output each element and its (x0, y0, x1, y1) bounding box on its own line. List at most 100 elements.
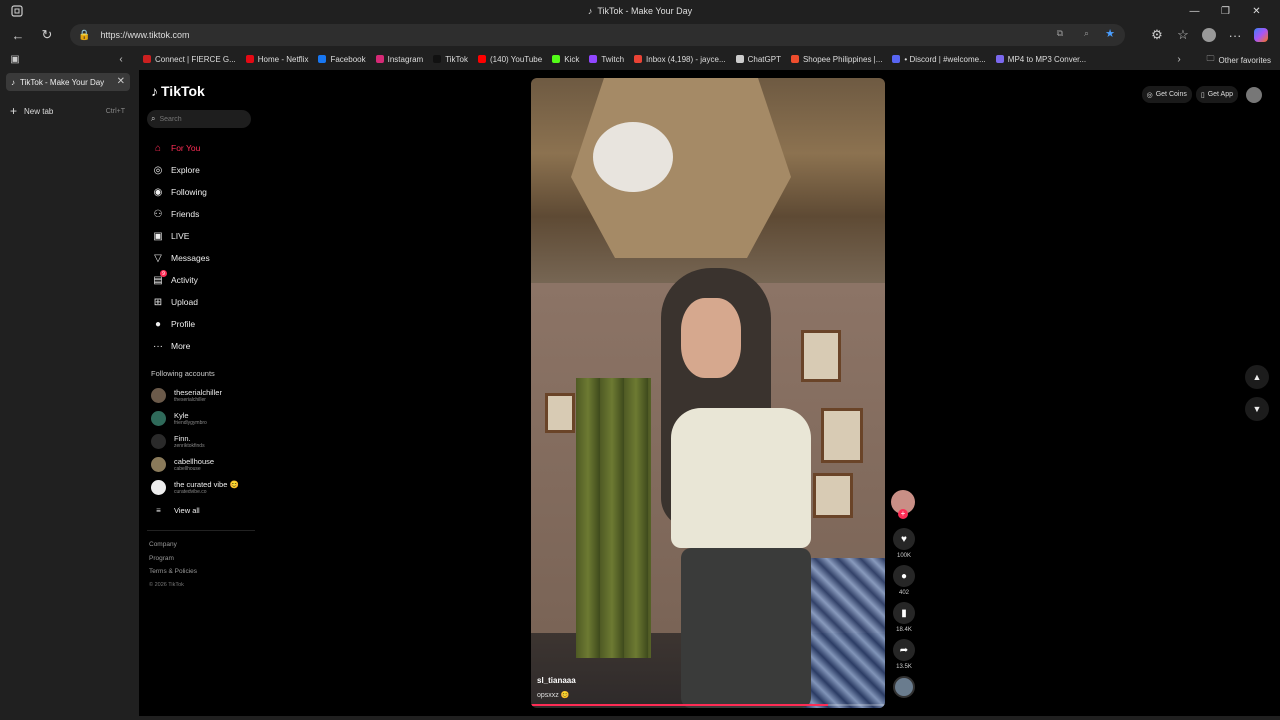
previous-video-button[interactable]: ▲ (1245, 365, 1269, 389)
get-coins-button[interactable]: ◎ Get Coins (1141, 86, 1192, 103)
following-account[interactable]: Kyle friendlygymbro (151, 407, 239, 430)
share-count: 13.5K (896, 664, 912, 670)
favorite-link[interactable]: Kick (547, 55, 584, 64)
favorite-link[interactable]: Home - Netflix (241, 55, 314, 64)
nav-item-messages[interactable]: ▽ Messages (151, 247, 210, 269)
comment-icon[interactable]: ● (893, 565, 915, 587)
favorite-link[interactable]: • Discord | #welcome... (887, 55, 990, 64)
favorites-scroll-right-icon[interactable]: › (1170, 49, 1188, 69)
following-account[interactable]: Finn. zenriktokfinds (151, 430, 239, 453)
favorite-link[interactable]: Inbox (4,198) - jayce... (629, 55, 731, 64)
nav-item-following[interactable]: ◉ Following (151, 181, 210, 203)
nav-item-activity[interactable]: ▤ 9 Activity (151, 269, 210, 291)
program-link[interactable]: Program (149, 552, 197, 566)
restore-button[interactable]: ❐ (1210, 0, 1241, 22)
nav-item-friends[interactable]: ⚇ Friends (151, 203, 210, 225)
search-box[interactable]: ⌕ (147, 110, 251, 128)
tiktok-page: ♪ TikTok ⌕ ⌂ For You ◎ Explore ◉ Following ⚇ Fr… (139, 70, 1280, 716)
friends-icon: ⚇ (153, 208, 163, 220)
video-progress-fill (531, 704, 829, 706)
favorite-site-icon (375, 55, 384, 63)
following-account[interactable]: cabellhouse cabellhouse (151, 453, 239, 476)
video-player[interactable]: sl_tianaaa opsxxz 😊 (531, 78, 885, 708)
favorite-site-icon (552, 55, 561, 63)
favorite-label: Kick (564, 54, 580, 64)
site-info-icon[interactable]: 🔒 (78, 30, 90, 41)
new-tab-button[interactable]: + New tab Ctrl+T (10, 104, 125, 118)
favorite-link[interactable]: MP4 to MP3 Conver... (991, 55, 1091, 64)
account-handle: theserialchiller (174, 396, 206, 403)
following-account[interactable]: the curated vibe 😊 curatedvibe.co (151, 476, 239, 499)
refresh-button[interactable]: ↻ (36, 24, 58, 46)
share-icon[interactable]: ➦ (893, 639, 915, 661)
close-window-button[interactable]: ✕ (1241, 0, 1272, 22)
tiktok-logo-text: TikTok (161, 83, 205, 99)
favorite-link[interactable]: Twitch (584, 55, 629, 64)
favorite-link[interactable]: ChatGPT (731, 55, 786, 64)
nav-item-profile[interactable]: ● Profile (151, 313, 210, 335)
following-account[interactable]: theserialchiller theserialchiller (151, 384, 239, 407)
coin-icon: ◎ (1146, 91, 1153, 99)
video-progress-bar[interactable] (531, 704, 885, 706)
share-action[interactable]: ➦ 13.5K (891, 639, 917, 670)
music-disc-icon[interactable] (893, 676, 915, 698)
heart-icon[interactable]: ♥ (893, 528, 915, 550)
address-bar-row: ← ↻ 🔒 https://www.tiktok.com ⧉ ⌕ ★ ⚙ ☆ ·… (0, 22, 1280, 48)
bookmark-icon[interactable]: ▮ (893, 602, 915, 624)
favorite-link[interactable]: Instagram (371, 55, 429, 64)
favorites-list: Connect | FIERCE G... Home - Netflix Faceb… (138, 55, 1091, 64)
nav-item-more[interactable]: ··· More (151, 335, 210, 357)
nav-item-for-you[interactable]: ⌂ For You (151, 137, 210, 159)
favorites-icon[interactable]: ☆ (1172, 24, 1194, 46)
terms-link[interactable]: Terms & Policies (149, 565, 197, 579)
more-icon: ··· (153, 340, 163, 352)
video-scene-person (631, 268, 831, 708)
like-action[interactable]: ♥ 100K (891, 528, 917, 559)
profile-avatar-icon[interactable] (1198, 24, 1220, 46)
sidebar-toggle-icon[interactable]: ▣ (0, 48, 30, 70)
minimize-button[interactable]: — (1179, 0, 1210, 22)
favorite-label: Inbox (4,198) - jayce... (646, 54, 726, 64)
extensions-icon[interactable]: ⚙ (1146, 24, 1168, 46)
copilot-icon[interactable] (1250, 24, 1272, 46)
workspaces-icon[interactable] (10, 4, 24, 18)
next-video-button[interactable]: ▼ (1245, 397, 1269, 421)
save-action[interactable]: ▮ 18.4K (891, 602, 917, 633)
favorite-link[interactable]: TikTok (428, 55, 473, 64)
user-avatar[interactable] (1246, 86, 1262, 103)
view-all-button[interactable]: ≡ View all (151, 499, 239, 521)
other-favorites-button[interactable]: 🗀 Other favorites (1202, 53, 1276, 67)
tab-tiktok[interactable]: ♪ TikTok - Make Your Day ✕ (6, 73, 130, 91)
favorite-star-icon[interactable]: ★ (1105, 27, 1115, 40)
open-in-app-icon[interactable]: ⧉ (1057, 28, 1063, 39)
video-username[interactable]: sl_tianaaa (537, 676, 576, 685)
window-title-text: TikTok - Make Your Day (597, 6, 693, 16)
favorites-scroll-left-icon[interactable]: ‹ (106, 48, 136, 70)
company-link[interactable]: Company (149, 538, 197, 552)
favorite-link[interactable]: Facebook (313, 55, 370, 64)
url-field[interactable]: 🔒 https://www.tiktok.com ⧉ ⌕ ★ (70, 24, 1125, 46)
close-tab-icon[interactable]: ✕ (117, 76, 125, 87)
zoom-icon[interactable]: ⌕ (1084, 28, 1089, 39)
comment-action[interactable]: ● 402 (891, 565, 917, 596)
get-app-button[interactable]: ▯ Get App (1195, 86, 1238, 103)
nav-item-upload[interactable]: ⊞ Upload (151, 291, 210, 313)
creator-avatar[interactable]: + (891, 490, 915, 519)
favorite-link[interactable]: (140) YouTube (473, 55, 547, 64)
follow-plus-icon[interactable]: + (898, 509, 908, 519)
search-input[interactable] (159, 115, 240, 123)
copyright: © 2026 TikTok (149, 581, 184, 588)
favorite-site-icon (790, 55, 799, 63)
folder-icon: 🗀 (1206, 54, 1215, 63)
tiktok-top-right: ◎ Get Coins ▯ Get App (1141, 86, 1262, 103)
nav-item-explore[interactable]: ◎ Explore (151, 159, 210, 181)
nav-item-live[interactable]: ▣ LIVE (151, 225, 210, 247)
tiktok-logo[interactable]: ♪ TikTok (151, 83, 205, 99)
get-coins-label: Get Coins (1155, 91, 1187, 98)
back-button[interactable]: ← (7, 24, 29, 46)
settings-more-icon[interactable]: ··· (1224, 24, 1246, 46)
nav-item-label: Explore (171, 165, 200, 175)
favorite-link[interactable]: Connect | FIERCE G... (138, 55, 241, 64)
favorite-link[interactable]: Shopee Philippines |... (786, 55, 887, 64)
tiktok-main-nav: ⌂ For You ◎ Explore ◉ Following ⚇ Friends ▣ LIVE ▽… (151, 137, 210, 357)
